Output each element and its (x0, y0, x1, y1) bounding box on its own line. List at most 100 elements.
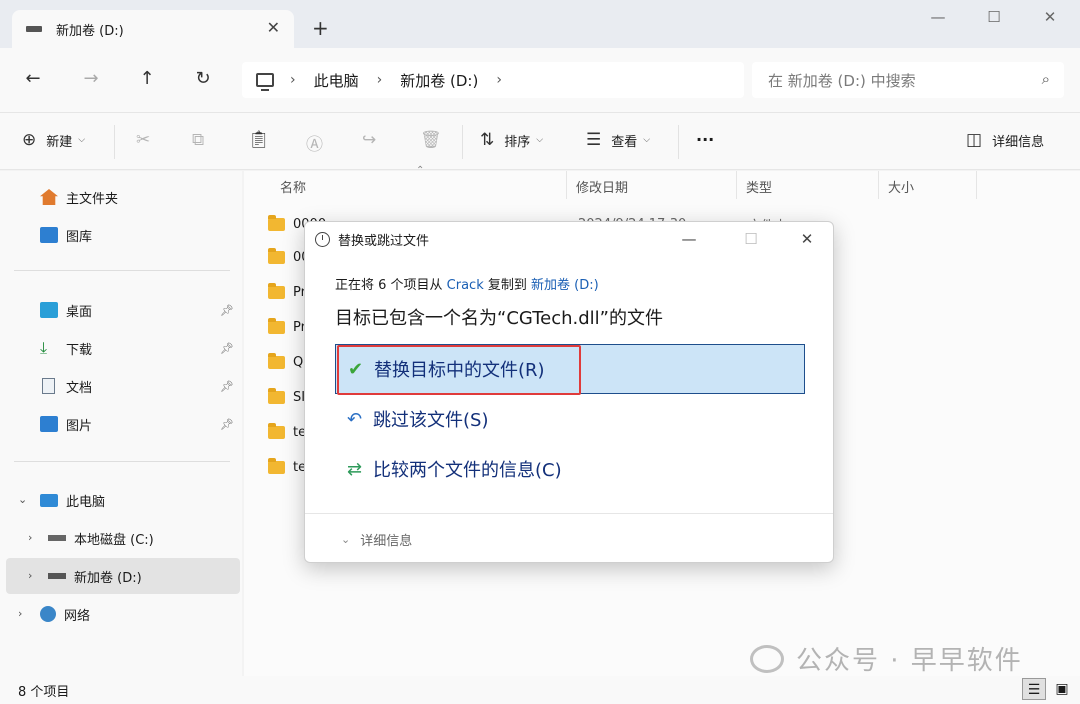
chevron-right-icon[interactable]: › (290, 72, 296, 88)
breadcrumb-new-volume[interactable]: 新加卷 (D:) (400, 70, 478, 91)
navigation-bar: ← → ↑ ↻ › 此电脑 › 新加卷 (D:) › 在 新加卷 (D:) 中搜… (0, 48, 1080, 112)
new-label: 新建 (46, 134, 73, 150)
compare-files-button[interactable]: ⇄ 比较两个文件的信息(C) (335, 444, 805, 494)
sidebar-item-new-volume-d[interactable]: › 新加卷 (D:) (6, 558, 240, 594)
sort-label: 排序 (504, 134, 531, 150)
scissors-icon: ✂ (136, 130, 151, 150)
table-row[interactable]: te (268, 458, 306, 475)
sidebar-item-downloads[interactable]: ⤓ 下载 📌︎ (40, 330, 240, 366)
sidebar-item-pictures[interactable]: 图片 📌︎ (40, 406, 240, 442)
column-header-name[interactable]: 名称 (280, 177, 306, 196)
details-label: 详细信息 (992, 134, 1045, 150)
copy-status-prefix: 正在将 6 个项目从 (335, 278, 447, 293)
close-window-button[interactable]: ✕ (1038, 8, 1062, 26)
copy-button[interactable]: ⧉ (192, 130, 214, 150)
refresh-button[interactable]: ↻ (190, 66, 216, 92)
chevron-right-icon[interactable]: › (28, 531, 32, 544)
table-row[interactable]: Pr (268, 283, 306, 300)
folder-icon (268, 283, 285, 299)
rename-icon: Ⓐ (306, 135, 323, 155)
back-button[interactable]: ← (20, 66, 46, 92)
paste-button[interactable]: 📋︎ (248, 130, 280, 150)
wechat-icon (750, 644, 784, 673)
skip-file-button[interactable]: ↶ 跳过该文件(S) (335, 394, 805, 444)
column-divider (566, 171, 567, 199)
search-icon: ⌕ (1041, 70, 1050, 88)
new-button[interactable]: ⊕ 新建 ⌵ (22, 130, 85, 150)
divider (114, 125, 115, 159)
more-options-button[interactable]: ··· (696, 130, 714, 149)
dialog-title: 替换或跳过文件 (338, 234, 430, 249)
pin-icon[interactable]: 📌︎ (220, 304, 234, 317)
source-folder-link[interactable]: Crack (447, 278, 484, 293)
navigation-pane: 主文件夹 图库 桌面 📌︎ ⤓ 下载 📌︎ 文档 📌︎ 图片 📌︎ ⌄ 此电脑 … (0, 171, 242, 676)
close-tab-icon[interactable]: ✕ (267, 18, 280, 37)
sidebar-item-documents[interactable]: 文档 📌︎ (40, 368, 240, 404)
folder-icon (268, 423, 285, 439)
pin-icon[interactable]: 📌︎ (220, 342, 234, 355)
copy-status: 正在将 6 个项目从 Crack 复制到 新加卷 (D:) (335, 274, 599, 293)
column-header-modified[interactable]: 修改日期 (576, 177, 628, 196)
new-tab-button[interactable]: + (312, 16, 329, 40)
view-button[interactable]: ☰ 查看 ⌵ (586, 130, 650, 150)
undo-arrow-icon: ↶ (347, 408, 363, 430)
chevron-right-icon[interactable]: › (496, 72, 502, 88)
plus-circle-icon: ⊕ (22, 130, 37, 150)
delete-button[interactable]: 🗑︎ (420, 130, 452, 150)
chevron-down-icon: ⌄ (341, 533, 351, 546)
chevron-right-icon[interactable]: › (377, 72, 383, 88)
sidebar-item-label: 网络 (64, 608, 91, 624)
maximize-button[interactable]: ☐ (741, 230, 761, 248)
table-row[interactable]: te (268, 423, 306, 440)
close-dialog-button[interactable]: ✕ (797, 230, 817, 248)
column-header-size[interactable]: 大小 (888, 177, 914, 196)
chevron-down-icon: ⌵ (643, 135, 651, 145)
sort-button[interactable]: ⇅ 排序 ⌵ (480, 130, 543, 150)
sidebar-item-label: 新加卷 (D:) (74, 570, 142, 586)
folder-icon (268, 458, 285, 474)
table-row[interactable]: Q (268, 353, 303, 370)
minimize-button[interactable]: — (926, 8, 950, 26)
tab-new-volume-d[interactable]: 新加卷 (D:) ✕ (12, 10, 294, 48)
search-placeholder: 在 新加卷 (D:) 中搜索 (768, 71, 916, 90)
sidebar-item-label: 下载 (66, 342, 93, 358)
address-bar[interactable]: › 此电脑 › 新加卷 (D:) › (242, 62, 744, 98)
pin-icon[interactable]: 📌︎ (220, 380, 234, 393)
column-header-type[interactable]: 类型 (746, 177, 772, 196)
pin-icon[interactable]: 📌︎ (220, 418, 234, 431)
rename-button[interactable]: Ⓐ (306, 130, 333, 155)
table-row[interactable]: Pr (268, 318, 306, 335)
clipboard-icon: 📋︎ (248, 130, 270, 150)
details-pane-button[interactable]: ◫ 详细信息 (966, 130, 1044, 150)
up-button[interactable]: ↑ (134, 66, 160, 92)
download-icon: ⤓ (40, 338, 48, 357)
minimize-button[interactable]: — (679, 230, 699, 248)
chevron-right-icon[interactable]: › (18, 607, 22, 620)
column-divider (976, 171, 977, 199)
folder-icon (268, 318, 285, 334)
breadcrumb-this-pc[interactable]: 此电脑 (314, 70, 359, 91)
search-input[interactable]: 在 新加卷 (D:) 中搜索 ⌕ (752, 62, 1064, 98)
details-view-icon[interactable]: ☰ (1022, 678, 1046, 700)
sidebar-item-desktop[interactable]: 桌面 📌︎ (40, 292, 240, 328)
folder-icon (268, 248, 285, 264)
compare-label: 比较两个文件的信息(C) (373, 460, 562, 481)
cut-button[interactable]: ✂ (136, 130, 160, 150)
trash-icon: 🗑︎ (420, 130, 442, 150)
sort-icon: ⇅ (480, 130, 495, 150)
destination-folder-link[interactable]: 新加卷 (D:) (531, 278, 599, 293)
skip-label: 跳过该文件(S) (373, 410, 489, 431)
tiles-view-icon[interactable]: ▣ (1050, 678, 1074, 700)
maximize-button[interactable]: ☐ (982, 8, 1006, 26)
chevron-down-icon[interactable]: ⌄ (18, 493, 27, 506)
table-row[interactable]: SI (268, 388, 305, 405)
replace-file-button[interactable]: ✔ 替换目标中的文件(R) (335, 344, 805, 394)
sidebar-item-label: 图库 (66, 229, 93, 245)
column-divider (736, 171, 737, 199)
forward-button[interactable]: → (78, 66, 104, 92)
more-details-toggle[interactable]: ⌄ 详细信息 (341, 530, 412, 549)
share-button[interactable]: ↪ (362, 130, 386, 150)
divider (462, 125, 463, 159)
divider (14, 461, 230, 462)
chevron-right-icon[interactable]: › (28, 569, 32, 582)
